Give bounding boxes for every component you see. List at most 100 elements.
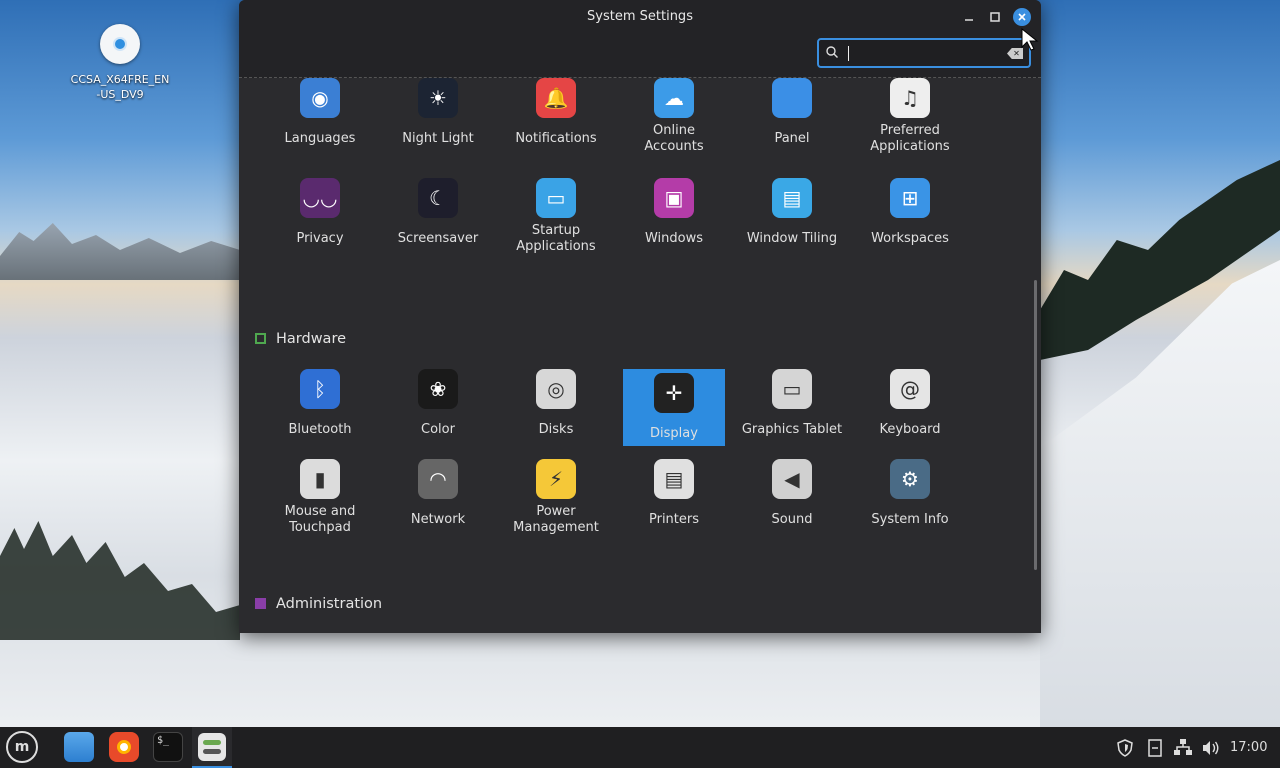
settings-item-power-management[interactable]: ⚡ Power Management bbox=[505, 459, 607, 536]
search-input[interactable] bbox=[843, 42, 997, 66]
preferred-applications-icon: ♫ bbox=[890, 78, 930, 118]
privacy-icon: ◡◡ bbox=[300, 178, 340, 218]
settings-item-online-accounts[interactable]: ☁ Online Accounts bbox=[623, 78, 725, 155]
search-icon bbox=[826, 46, 838, 58]
firefox-icon[interactable] bbox=[109, 732, 139, 762]
settings-item-label: Privacy bbox=[296, 231, 344, 246]
power-management-icon: ⚡ bbox=[536, 459, 576, 499]
settings-item-label: Panel bbox=[774, 131, 810, 146]
settings-item-disks[interactable]: ◎ Disks bbox=[505, 369, 607, 438]
sound-icon: ◀ bbox=[772, 459, 812, 499]
settings-item-screensaver[interactable]: ☾ Screensaver bbox=[387, 178, 489, 247]
settings-item-night-light[interactable]: ☀ Night Light bbox=[387, 78, 489, 147]
printers-icon: ▤ bbox=[654, 459, 694, 499]
display-icon: ✛ bbox=[654, 373, 694, 413]
administration-section-icon bbox=[255, 598, 266, 609]
settings-item-system-info[interactable]: ⚙ System Info bbox=[859, 459, 961, 528]
settings-item-graphics-tablet[interactable]: ▭ Graphics Tablet bbox=[741, 369, 843, 438]
settings-taskbar-button[interactable] bbox=[192, 727, 232, 768]
scrollbar[interactable] bbox=[1034, 280, 1037, 570]
settings-item-label: Sound bbox=[771, 512, 813, 527]
settings-item-workspaces[interactable]: ⊞ Workspaces bbox=[859, 178, 961, 247]
settings-item-window-tiling[interactable]: ▤ Window Tiling bbox=[741, 178, 843, 247]
graphics-tablet-icon: ▭ bbox=[772, 369, 812, 409]
settings-item-label: Languages bbox=[284, 131, 356, 146]
titlebar: System Settings ✕ bbox=[239, 0, 1041, 78]
settings-item-sound[interactable]: ◀ Sound bbox=[741, 459, 843, 528]
hardware-heading: Hardware bbox=[276, 331, 347, 347]
background-trees bbox=[0, 521, 240, 640]
settings-item-label: Printers bbox=[648, 512, 700, 527]
settings-item-bluetooth[interactable]: ᛒ Bluetooth bbox=[269, 369, 371, 438]
settings-item-label: Display bbox=[650, 426, 698, 441]
settings-item-label: Notifications bbox=[515, 131, 597, 146]
minimize-button[interactable] bbox=[960, 8, 978, 26]
desktop-disc-icon[interactable]: CCSA_X64FRE_EN-US_DV9 bbox=[70, 24, 170, 102]
online-accounts-icon: ☁ bbox=[654, 78, 694, 118]
taskbar: m $_ 17:00 bbox=[0, 727, 1280, 768]
window-tiling-icon: ▤ bbox=[772, 178, 812, 218]
windows-icon: ▣ bbox=[654, 178, 694, 218]
clock[interactable]: 17:00 bbox=[1230, 727, 1267, 768]
settings-item-label: Color bbox=[421, 422, 455, 437]
settings-item-label: Network bbox=[410, 512, 466, 527]
settings-item-network[interactable]: ◠ Network bbox=[387, 459, 489, 528]
settings-item-label: Screensaver bbox=[397, 231, 479, 246]
administration-heading: Administration bbox=[276, 596, 383, 612]
minimize-icon bbox=[965, 19, 973, 21]
settings-icon bbox=[198, 733, 226, 761]
settings-item-keyboard[interactable]: @ Keyboard bbox=[859, 369, 961, 438]
bluetooth-icon: ᛒ bbox=[300, 369, 340, 409]
search-field[interactable]: ✕ bbox=[817, 38, 1031, 68]
close-button[interactable] bbox=[1013, 8, 1031, 26]
settings-item-label: Online Accounts bbox=[644, 123, 704, 154]
volume-icon[interactable] bbox=[1201, 739, 1221, 757]
system-info-icon: ⚙ bbox=[890, 459, 930, 499]
settings-item-label: Night Light bbox=[402, 131, 474, 146]
settings-item-languages[interactable]: ◉ Languages bbox=[269, 78, 371, 147]
settings-item-startup-applications[interactable]: ▭ Startup Applications bbox=[505, 178, 607, 255]
hardware-section-icon bbox=[255, 333, 266, 344]
settings-item-label: Preferred Applications bbox=[870, 123, 950, 154]
workspaces-icon: ⊞ bbox=[890, 178, 930, 218]
settings-item-label: Workspaces bbox=[871, 231, 949, 246]
settings-item-printers[interactable]: ▤ Printers bbox=[623, 459, 725, 528]
close-icon bbox=[1018, 13, 1026, 21]
text-caret bbox=[848, 46, 849, 61]
shield-icon[interactable] bbox=[1117, 739, 1133, 757]
settings-item-label: System Info bbox=[871, 512, 949, 527]
desktop-icon-label: CCSA_X64FRE_EN-US_DV9 bbox=[70, 73, 170, 101]
languages-icon: ◉ bbox=[300, 78, 340, 118]
settings-item-label: Window Tiling bbox=[746, 231, 838, 246]
background-mountains bbox=[0, 223, 240, 280]
settings-item-display[interactable]: ✛ Display bbox=[623, 369, 725, 446]
system-settings-window: System Settings ✕ ◉ Languages ☀ Night Light… bbox=[239, 0, 1041, 633]
settings-item-preferred-applications[interactable]: ♫ Preferred Applications bbox=[859, 78, 961, 155]
menu-icon[interactable]: m bbox=[6, 731, 38, 763]
settings-item-notifications[interactable]: 🔔 Notifications bbox=[505, 78, 607, 147]
settings-item-label: Bluetooth bbox=[288, 422, 352, 437]
section-hardware: Hardware bbox=[255, 331, 346, 347]
settings-item-label: Startup Applications bbox=[516, 223, 596, 254]
notes-icon[interactable] bbox=[1148, 739, 1162, 757]
mouse-icon: ▮ bbox=[300, 459, 340, 499]
section-administration: Administration bbox=[255, 596, 382, 612]
settings-item-label: Graphics Tablet bbox=[741, 422, 843, 437]
network-icon: ◠ bbox=[418, 459, 458, 499]
mouse-pointer-icon bbox=[1021, 28, 1039, 51]
settings-item-windows[interactable]: ▣ Windows bbox=[623, 178, 725, 247]
maximize-icon bbox=[990, 12, 1000, 22]
maximize-button[interactable] bbox=[986, 8, 1004, 26]
files-icon[interactable] bbox=[64, 732, 94, 762]
terminal-icon[interactable]: $_ bbox=[153, 732, 183, 762]
settings-item-panel[interactable]: Panel bbox=[741, 78, 843, 147]
network-tray-icon[interactable] bbox=[1173, 738, 1193, 756]
settings-item-privacy[interactable]: ◡◡ Privacy bbox=[269, 178, 371, 247]
settings-item-mouse[interactable]: ▮ Mouse and Touchpad bbox=[269, 459, 371, 536]
settings-item-color[interactable]: ❀ Color bbox=[387, 369, 489, 438]
settings-item-label: Mouse and Touchpad bbox=[284, 504, 356, 535]
settings-item-label: Keyboard bbox=[879, 422, 941, 437]
settings-item-label: Windows bbox=[644, 231, 704, 246]
startup-applications-icon: ▭ bbox=[536, 178, 576, 218]
window-title: System Settings bbox=[587, 9, 693, 24]
